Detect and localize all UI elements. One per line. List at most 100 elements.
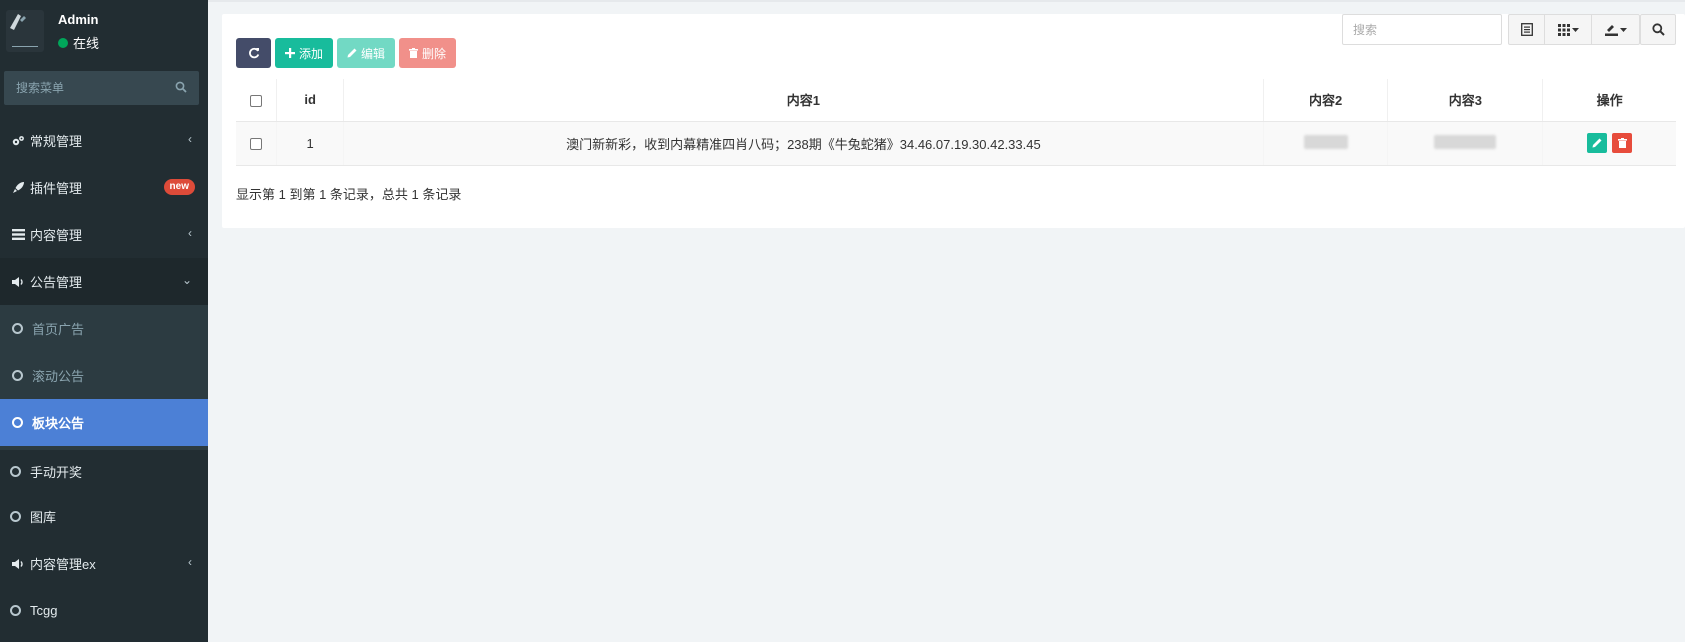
menu-search-input[interactable]: [16, 81, 166, 95]
row-checkbox[interactable]: [250, 138, 263, 151]
table-header-row: id 内容1 内容2 内容3 操作: [236, 79, 1676, 122]
column-header-content3[interactable]: 内容3: [1387, 79, 1543, 122]
online-status-icon: [58, 37, 68, 48]
content-panel: 添加 编辑 删除 搜索 id 内容1 内容2 内容3 操作 1 澳门新新彩，收到…: [222, 14, 1685, 228]
toggle-view-button[interactable]: [1509, 15, 1545, 44]
delete-button[interactable]: 删除: [399, 38, 457, 68]
rocket-icon: [10, 181, 26, 194]
sidebar-item-content-ex[interactable]: 内容管理ex ‹: [0, 540, 208, 587]
circle-icon: [10, 605, 21, 616]
sidebar-item-label: 常规管理: [30, 134, 83, 149]
cell-content3: [1387, 121, 1543, 166]
cell-content1: 澳门新新彩，收到内幕精准四肖八码；238期《牛兔蛇猪》34.46.07.19.3…: [342, 121, 1264, 166]
pagination-info: 显示第 1 到第 1 条记录，总共 1 条记录: [236, 187, 462, 202]
sidebar-item-manual-draw[interactable]: 手动开奖: [0, 446, 208, 493]
cell-operate: [1542, 121, 1676, 166]
sidebar-item-tcgg[interactable]: Tcgg: [0, 587, 208, 634]
column-header-operate: 操作: [1542, 79, 1676, 122]
user-status: 在线: [58, 33, 99, 52]
column-header-content2[interactable]: 内容2: [1262, 79, 1388, 122]
cell-id: 1: [276, 121, 344, 166]
sidebar-subitem-label: 滚动公告: [32, 369, 85, 384]
grid-icon: [1557, 23, 1570, 36]
delete-button-label: 删除: [422, 46, 447, 61]
menu-search: [4, 71, 199, 105]
edit-button[interactable]: 编辑: [337, 38, 396, 68]
circle-icon: [12, 417, 23, 428]
sidebar-menu: 常规管理 ‹ 插件管理 new 内容管理 ‹ 公告管理 ⌄ 首页广告 滚动公告 …: [0, 117, 208, 634]
trash-icon: [409, 48, 419, 58]
user-status-text: 在线: [73, 36, 100, 51]
pencil-icon: [347, 48, 357, 58]
caret-down-icon: [1619, 27, 1627, 32]
user-name: Admin: [58, 12, 99, 27]
sidebar-item-label: 图库: [30, 510, 57, 525]
sidebar-subitem-label: 首页广告: [32, 322, 85, 337]
table-tool-group: [1508, 14, 1640, 45]
columns-button[interactable]: [1545, 15, 1592, 44]
cogs-icon: [10, 135, 26, 147]
table-row[interactable]: 1 澳门新新彩，收到内幕精准四肖八码；238期《牛兔蛇猪》34.46.07.19…: [236, 121, 1676, 166]
search-icon[interactable]: [175, 81, 187, 96]
select-all-checkbox[interactable]: [250, 94, 263, 107]
pencil-icon: [1592, 138, 1602, 148]
chevron-left-icon: ‹: [188, 132, 192, 146]
chevron-left-icon: ‹: [188, 555, 192, 569]
sidebar-item-label: 公告管理: [30, 275, 83, 290]
circle-icon: [10, 511, 21, 522]
circle-icon: [10, 466, 21, 477]
data-table: id 内容1 内容2 内容3 操作 1 澳门新新彩，收到内幕精准四肖八码；238…: [236, 79, 1676, 166]
column-header-id[interactable]: id: [276, 79, 344, 122]
caret-down-icon: [1571, 27, 1579, 32]
refresh-button[interactable]: [236, 38, 271, 68]
sidebar-item-regular[interactable]: 常规管理 ‹: [0, 117, 208, 164]
chevron-left-icon: ‹: [188, 226, 192, 240]
search-icon: [1651, 23, 1665, 36]
sidebar-item-label: 插件管理: [30, 181, 83, 196]
row-select-cell: [236, 121, 277, 166]
advanced-search-button[interactable]: [1640, 14, 1676, 45]
table-search: [1342, 14, 1502, 45]
sidebar-item-label: 内容管理: [30, 228, 83, 243]
avatar[interactable]: [6, 10, 44, 52]
sidebar-item-notice[interactable]: 公告管理 ⌄: [0, 258, 208, 305]
volume-icon: [10, 276, 26, 288]
table-search-input[interactable]: [1353, 22, 1493, 37]
select-all-cell: [236, 79, 277, 122]
sidebar-item-plugins[interactable]: 插件管理 new: [0, 164, 208, 211]
circle-icon: [12, 323, 23, 334]
list-icon: [10, 229, 26, 240]
toolbar: 添加 编辑 删除: [236, 38, 457, 68]
sidebar-subitem-home-ads[interactable]: 首页广告: [0, 305, 208, 352]
user-panel: Admin 在线: [0, 0, 208, 62]
list-alt-icon: [1520, 23, 1533, 36]
volume-icon: [10, 558, 26, 570]
cell-content2: [1262, 121, 1388, 166]
sidebar-item-content[interactable]: 内容管理 ‹: [0, 211, 208, 258]
sidebar-item-gallery[interactable]: 图库: [0, 493, 208, 540]
add-button-label: 添加: [299, 46, 324, 61]
sidebar: Admin 在线 常规管理 ‹ 插件管理 new: [0, 0, 208, 642]
row-delete-button[interactable]: [1612, 133, 1633, 153]
sidebar-item-label: Tcgg: [30, 603, 58, 618]
sidebar-subitem-section-notice[interactable]: 板块公告: [0, 399, 208, 446]
column-header-content1[interactable]: 内容1: [342, 79, 1264, 122]
sidebar-subitem-label: 板块公告: [32, 416, 85, 431]
circle-icon: [12, 370, 23, 381]
export-icon: [1604, 24, 1618, 36]
new-badge: new: [163, 179, 195, 195]
redacted-content: [1303, 134, 1348, 149]
redacted-content: [1434, 134, 1497, 149]
export-button[interactable]: [1592, 15, 1639, 44]
plus-icon: [285, 48, 295, 58]
chevron-down-icon: ⌄: [181, 273, 192, 287]
refresh-icon: [248, 47, 259, 59]
trash-icon: [1617, 138, 1627, 148]
row-edit-button[interactable]: [1586, 133, 1607, 153]
top-divider: [208, 0, 1685, 2]
sidebar-item-label: 手动开奖: [30, 465, 83, 480]
sidebar-subitem-scroll-notice[interactable]: 滚动公告: [0, 352, 208, 399]
edit-button-label: 编辑: [361, 46, 386, 61]
sidebar-item-label: 内容管理ex: [30, 557, 96, 572]
add-button[interactable]: 添加: [275, 38, 334, 68]
